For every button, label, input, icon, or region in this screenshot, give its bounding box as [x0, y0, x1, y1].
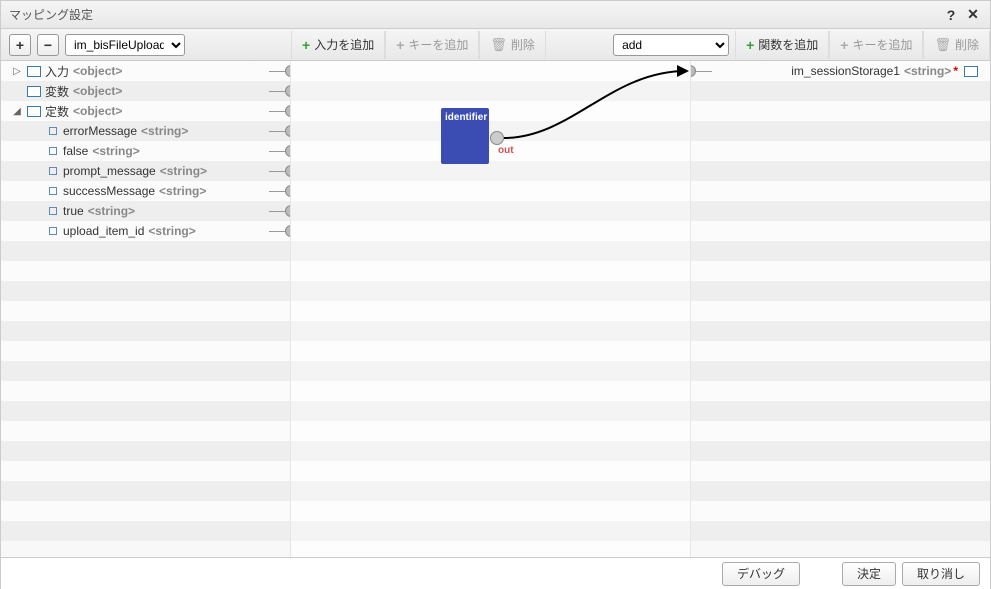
- collapse-icon[interactable]: ◢: [11, 106, 23, 117]
- function-out-port[interactable]: [490, 131, 504, 145]
- plus-icon: +: [396, 37, 404, 53]
- tree-node-input[interactable]: ▷ 入力 <object>: [1, 61, 290, 81]
- right-tree-panel: im_sessionStorage1 <string> *: [690, 61, 990, 557]
- add-key-right-button[interactable]: +キーを追加: [829, 31, 923, 59]
- folder-icon: [27, 66, 41, 77]
- tree-leaf[interactable]: upload_item_id <string>: [1, 221, 290, 241]
- required-mark: *: [953, 64, 958, 78]
- tree-leaf[interactable]: false <string>: [1, 141, 290, 161]
- input-port[interactable]: [690, 65, 696, 77]
- help-button[interactable]: ?: [942, 6, 960, 24]
- folder-icon: [27, 106, 41, 117]
- plus-icon: +: [840, 37, 848, 53]
- tree-leaf[interactable]: true <string>: [1, 201, 290, 221]
- add-input-button[interactable]: +入力を追加: [291, 31, 385, 59]
- field-icon: [49, 147, 57, 155]
- folder-icon: [964, 66, 978, 77]
- field-icon: [49, 167, 57, 175]
- function-out-label: out: [498, 145, 514, 156]
- add-function-button[interactable]: +関数を追加: [735, 31, 829, 59]
- close-button[interactable]: ✕: [964, 6, 982, 24]
- field-icon: [49, 227, 57, 235]
- toolbar: + − im_bisFileUpload1 +入力を追加 +キーを追加 🗑削除 …: [1, 29, 990, 61]
- dialog-title: マッピング設定: [9, 6, 938, 23]
- canvas-panel[interactable]: identifier out: [291, 61, 690, 557]
- dialog-footer: デバッグ 決定 取り消し: [1, 558, 990, 589]
- plus-icon: +: [302, 37, 310, 53]
- expand-icon[interactable]: ▷: [11, 66, 23, 77]
- delete-right-button[interactable]: 🗑削除: [923, 31, 990, 59]
- cancel-button[interactable]: 取り消し: [902, 562, 980, 586]
- mapping-dialog: マッピング設定 ? ✕ + − im_bisFileUpload1 +入力を追加…: [0, 0, 991, 589]
- debug-button[interactable]: デバッグ: [722, 562, 800, 586]
- tree-leaf[interactable]: errorMessage <string>: [1, 121, 290, 141]
- ok-button[interactable]: 決定: [842, 562, 896, 586]
- function-block-identifier[interactable]: identifier: [441, 108, 489, 164]
- tree-node-vars[interactable]: 変数 <object>: [1, 81, 290, 101]
- field-icon: [49, 207, 57, 215]
- delete-left-button[interactable]: 🗑削除: [479, 31, 546, 59]
- field-icon: [49, 127, 57, 135]
- folder-icon: [27, 86, 41, 97]
- tree-node-output[interactable]: im_sessionStorage1 <string> *: [691, 61, 990, 81]
- tree-node-consts[interactable]: ◢ 定数 <object>: [1, 101, 290, 121]
- add-key-left-button[interactable]: +キーを追加: [385, 31, 479, 59]
- left-tree-panel: ▷ 入力 <object> 変数 <object> ◢ 定数 <object>: [1, 61, 291, 557]
- trash-icon: 🗑: [934, 37, 951, 53]
- tree-leaf[interactable]: prompt_message <string>: [1, 161, 290, 181]
- plus-icon: +: [746, 37, 754, 53]
- function-select[interactable]: add: [613, 34, 729, 56]
- left-source-select[interactable]: im_bisFileUpload1: [65, 34, 185, 56]
- tree-leaf[interactable]: successMessage <string>: [1, 181, 290, 201]
- trash-icon: 🗑: [490, 37, 507, 53]
- title-bar: マッピング設定 ? ✕: [1, 1, 990, 29]
- add-left-button[interactable]: +: [9, 34, 31, 56]
- field-icon: [49, 187, 57, 195]
- remove-left-button[interactable]: −: [37, 34, 59, 56]
